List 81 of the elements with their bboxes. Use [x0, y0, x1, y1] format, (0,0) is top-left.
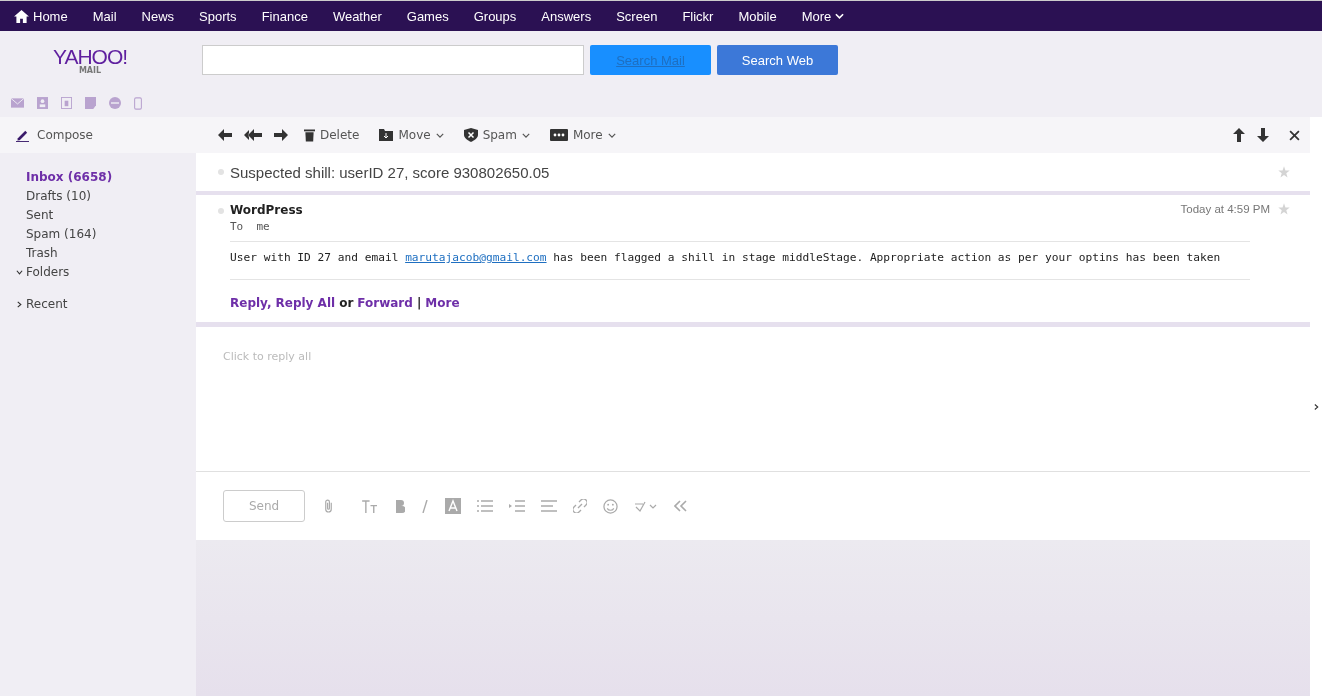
collapse-icon[interactable]	[674, 500, 688, 512]
bullet-list-icon[interactable]	[477, 500, 493, 512]
nav-link[interactable]: Answers	[541, 8, 592, 24]
folder-link[interactable]: Inbox (6658)	[26, 168, 196, 187]
calendar-icon[interactable]	[61, 97, 72, 109]
close-icon[interactable]	[1289, 129, 1300, 141]
folder-link[interactable]: Spam (164)	[26, 225, 196, 244]
toolbar-button[interactable]: Spam	[459, 128, 534, 142]
spellcheck-icon[interactable]	[634, 500, 658, 512]
smiley-icon[interactable]	[603, 498, 618, 514]
italic-icon[interactable]	[421, 499, 429, 513]
nav-link[interactable]: Mobile	[738, 8, 777, 24]
chevron-down-icon	[435, 132, 444, 138]
chevron-down-icon	[607, 132, 616, 138]
reply-action-link[interactable]: Reply,	[230, 296, 272, 310]
search-button[interactable]: Search Web	[717, 45, 838, 75]
search-field[interactable]	[202, 45, 584, 75]
toolbar-button[interactable]: More	[545, 128, 620, 142]
arrow-down-icon[interactable]	[1257, 128, 1269, 142]
unread-dot-icon	[218, 169, 224, 175]
logo[interactable]: YAHOO! MAIL	[0, 45, 180, 75]
arrow-up-icon[interactable]	[1233, 128, 1245, 142]
nav-link[interactable]: Home	[14, 8, 68, 24]
message-body: User with ID 27 and email marutajacob@gmail.com has been flagged a shill in stage middleStage. Appropriate action as per your optins has been taken	[230, 250, 1222, 265]
ellipsis-icon	[549, 129, 568, 141]
nav-link[interactable]: Mail	[92, 8, 117, 24]
pencil-icon	[16, 128, 29, 142]
nav-link[interactable]: Finance	[261, 8, 308, 24]
folder-icon	[379, 129, 394, 141]
link-icon[interactable]	[573, 499, 587, 513]
forward-icon[interactable]	[274, 129, 288, 141]
shield-icon	[463, 128, 478, 142]
compose-button[interactable]: Compose	[0, 117, 196, 153]
bold-icon[interactable]	[395, 499, 405, 513]
home-icon	[14, 9, 29, 23]
chevron-down-icon	[835, 13, 845, 19]
mail-icon[interactable]	[11, 98, 24, 108]
message-date: Today at 4:59 PM	[1180, 203, 1270, 215]
reply-action-link[interactable]: Forward	[357, 296, 413, 310]
folder-section[interactable]: Recent	[16, 295, 196, 314]
nav-link[interactable]: Sports	[199, 8, 237, 24]
toolbar-button[interactable]: Move	[375, 128, 448, 142]
nav-link[interactable]: Groups	[473, 8, 517, 24]
email-link[interactable]: marutajacob@gmail.com	[405, 251, 547, 264]
text-color-icon[interactable]	[445, 498, 461, 514]
nav-link[interactable]: Screen	[616, 8, 658, 24]
recipient-text: To me	[230, 220, 271, 233]
separator-text: |	[416, 296, 422, 310]
reply-action-link[interactable]: Reply All	[275, 296, 336, 310]
chevron-down-icon	[521, 132, 530, 138]
nav-link[interactable]: Flickr	[682, 8, 714, 24]
folder-section[interactable]: Folders	[16, 263, 196, 282]
nav-link[interactable]: News	[141, 8, 175, 24]
sender-name: WordPress	[230, 203, 303, 217]
unread-dot-icon	[218, 208, 224, 214]
reply-action-link[interactable]: More	[425, 296, 460, 310]
separator-text: or	[339, 296, 354, 310]
font-size-icon[interactable]	[362, 499, 379, 513]
folder-link[interactable]: Drafts (10)	[26, 187, 196, 206]
notepad-icon[interactable]	[85, 97, 96, 109]
folder-link[interactable]: Trash	[26, 244, 196, 263]
chevron-right-icon[interactable]	[1313, 402, 1319, 411]
paperclip-icon[interactable]	[323, 498, 334, 514]
contacts-icon[interactable]	[37, 97, 48, 109]
phone-icon[interactable]	[134, 96, 142, 110]
trash-icon	[304, 128, 315, 142]
email-subject: Suspected shill: userID 27, score 930802650.05	[230, 163, 550, 181]
reply-icon[interactable]	[218, 129, 232, 141]
folder-link[interactable]: Sent	[26, 206, 196, 225]
reply-all-icon[interactable]	[244, 129, 262, 141]
nav-link[interactable]: Games	[406, 8, 449, 24]
align-left-icon[interactable]	[541, 500, 557, 512]
toolbar-button[interactable]: Delete	[300, 128, 364, 142]
nav-link[interactable]: More	[801, 8, 845, 24]
indent-icon[interactable]	[509, 500, 525, 512]
chevron-down-icon	[16, 269, 23, 276]
messenger-icon[interactable]	[109, 97, 121, 109]
star-icon[interactable]	[1278, 203, 1290, 215]
chevron-right-icon	[16, 301, 23, 308]
star-icon[interactable]	[1278, 166, 1290, 178]
nav-link[interactable]: Weather	[332, 8, 382, 24]
